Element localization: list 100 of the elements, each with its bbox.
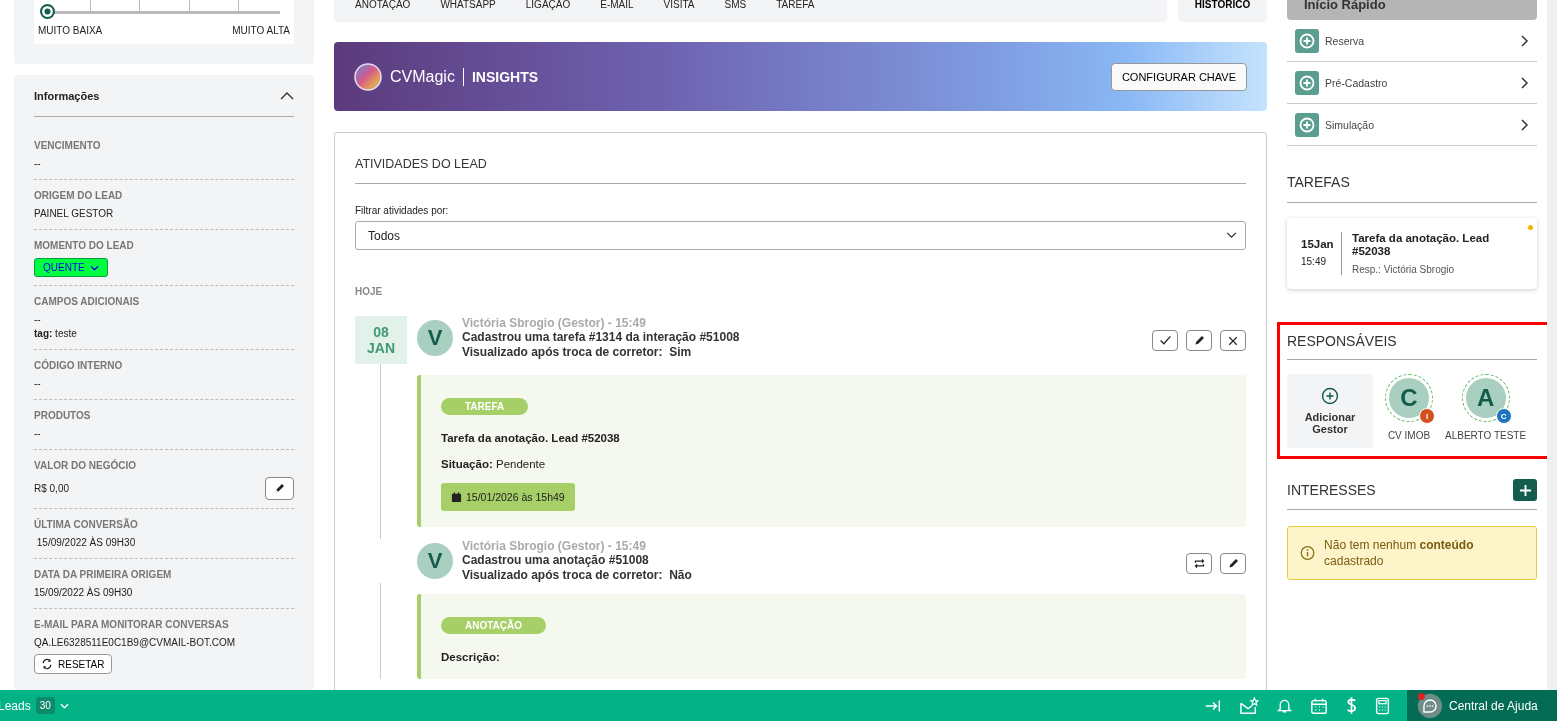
lead-moment-dropdown[interactable]: QUENTE bbox=[34, 258, 108, 277]
section-title: INTERESSES bbox=[1287, 482, 1376, 498]
count-badge: 30 bbox=[35, 697, 55, 714]
help-center-button[interactable]: Central de Ajuda bbox=[1407, 690, 1557, 721]
field-label: CAMPOS ADICIONAIS bbox=[34, 296, 141, 308]
chevron-down-icon bbox=[89, 264, 99, 271]
panel-title: Informações bbox=[34, 89, 100, 102]
field-label: VENCIMENTO bbox=[34, 140, 102, 152]
field-label: MOMENTO DO LEAD bbox=[34, 240, 135, 252]
status-dot bbox=[1528, 225, 1533, 230]
field-value: QA.LE6328511E0C1B9@CVMAIL-BOT.COM bbox=[34, 636, 237, 650]
field-value: -- bbox=[34, 313, 42, 327]
chevron-right-icon bbox=[1521, 118, 1529, 131]
field-label: PRODUTOS bbox=[34, 410, 92, 422]
orb-logo-icon bbox=[354, 62, 382, 91]
task-date: 15Jan bbox=[1301, 238, 1335, 250]
quick-start-header: Início Rápido bbox=[1287, 0, 1537, 20]
activity-type-tag: ANOTAÇÃO bbox=[441, 617, 547, 634]
activity-tab[interactable]: VISITA bbox=[648, 0, 710, 10]
edit-button[interactable] bbox=[265, 477, 294, 500]
chevron-right-icon bbox=[1521, 34, 1529, 47]
plus-circle-icon bbox=[1321, 387, 1339, 405]
mail-star-icon[interactable] bbox=[1239, 696, 1259, 715]
entry-author: Victória Sbrogio (Gestor) - 15:49 bbox=[462, 539, 647, 553]
field-value: 15/09/2022 ÀS 09H30 bbox=[34, 586, 134, 600]
complete-button[interactable] bbox=[1152, 330, 1178, 351]
section-title: RESPONSÁVEIS bbox=[1287, 333, 1398, 351]
task-card[interactable]: 15Jan 15:49 Tarefa da anotação. Lead #52038 Resp.: Victória Sbrogio bbox=[1287, 218, 1537, 289]
detail-title: Descrição: bbox=[441, 651, 501, 663]
info-icon bbox=[1300, 545, 1316, 561]
pencil-icon bbox=[1192, 334, 1206, 347]
activity-tab[interactable]: TAREFA bbox=[761, 0, 830, 10]
user-avatar: V bbox=[417, 543, 453, 579]
notice-text: Não tem nenhum conteúdo cadastrado bbox=[1324, 537, 1475, 569]
activity-tab[interactable]: SMS bbox=[709, 0, 762, 10]
calculator-icon[interactable] bbox=[1375, 696, 1390, 715]
chevron-down-icon bbox=[1226, 232, 1237, 239]
collapse-chevron-icon[interactable] bbox=[280, 91, 294, 100]
task-title: Tarefa da anotação. Lead #52038 bbox=[1352, 232, 1491, 258]
quick-start-item[interactable]: Simulação bbox=[1287, 104, 1537, 146]
activity-tab[interactable]: LIGAÇÃO bbox=[510, 0, 586, 10]
caret-icon[interactable] bbox=[59, 702, 69, 709]
field-label: CÓDIGO INTERNO bbox=[34, 360, 124, 372]
field-value: 15/09/2022 ÀS 09H30 bbox=[35, 536, 137, 550]
plus-icon bbox=[1518, 483, 1532, 497]
activity-type-tag: TAREFA bbox=[441, 398, 529, 415]
role-badge: I bbox=[1419, 408, 1435, 424]
close-button[interactable] bbox=[1220, 330, 1246, 351]
task-time: 15:49 bbox=[1301, 256, 1328, 267]
calendar-icon[interactable] bbox=[1310, 696, 1328, 715]
entry-headline: Cadastrou uma tarefa #1314 da interação #51008 bbox=[462, 330, 741, 345]
user-avatar: V bbox=[417, 320, 453, 356]
edit-button[interactable] bbox=[1220, 553, 1246, 574]
field-label: ÚLTIMA CONVERSÃO bbox=[34, 519, 139, 531]
detail-title: Tarefa da anotação. Lead #52038 bbox=[441, 432, 621, 444]
task-owner: Resp.: Victória Sbrogio bbox=[1352, 264, 1456, 275]
entry-seen-status: Visualizado após troca de corretor: Sim bbox=[462, 345, 693, 360]
calendar-icon bbox=[451, 491, 462, 503]
field-value: tag: teste bbox=[34, 327, 78, 341]
activity-filter-select[interactable]: Todos bbox=[355, 221, 1246, 250]
quick-start-item[interactable]: Pré-Cadastro bbox=[1287, 62, 1537, 104]
add-manager-button[interactable]: Adicionar Gestor bbox=[1287, 374, 1373, 448]
section-title: ATIVIDADES DO LEAD bbox=[355, 157, 488, 173]
slider-min-label: MUITO BAIXA bbox=[38, 25, 103, 36]
field-value: R$ 0,00 bbox=[34, 481, 70, 496]
field-value: PAINEL GESTOR bbox=[34, 207, 115, 221]
configure-key-button[interactable]: CONFIGURAR CHAVE bbox=[1110, 62, 1247, 91]
add-interest-button[interactable] bbox=[1513, 479, 1537, 501]
slider-max-label: MUITO ALTA bbox=[232, 25, 290, 36]
due-date-chip: 15/01/2026 às 15h49 bbox=[441, 483, 575, 511]
repeat-button[interactable] bbox=[1186, 553, 1212, 574]
day-heading: HOJE bbox=[355, 286, 384, 297]
field-label: E-MAIL PARA MONITORAR CONVERSAS bbox=[34, 619, 230, 631]
chat-icon bbox=[1417, 692, 1443, 719]
repeat-icon bbox=[1192, 557, 1206, 570]
section-title: TAREFAS bbox=[1287, 174, 1351, 192]
pencil-icon bbox=[1226, 557, 1240, 570]
history-button[interactable]: HISTÓRICO bbox=[1178, 0, 1267, 22]
field-value: -- bbox=[34, 427, 42, 441]
refresh-icon bbox=[41, 658, 53, 670]
detail-status: Situação: Pendente bbox=[441, 458, 547, 470]
filter-label: Filtrar atividades por: bbox=[355, 205, 450, 216]
check-icon bbox=[1158, 334, 1172, 347]
activity-tab[interactable]: E-MAIL bbox=[585, 0, 649, 10]
activity-tab[interactable]: ANOTAÇÃO bbox=[340, 0, 426, 10]
bell-icon[interactable] bbox=[1276, 697, 1293, 714]
brand-name: CVMagic bbox=[390, 67, 455, 86]
scrollbar-track[interactable] bbox=[1547, 0, 1557, 690]
field-value: -- bbox=[34, 377, 42, 391]
date-badge: 08 JAN bbox=[355, 316, 407, 364]
slider-thumb[interactable] bbox=[40, 4, 55, 19]
edit-button[interactable] bbox=[1186, 330, 1212, 351]
reset-button[interactable]: RESETAR bbox=[34, 654, 112, 674]
entry-author: Victória Sbrogio (Gestor) - 15:49 bbox=[462, 316, 647, 330]
dollar-icon[interactable] bbox=[1345, 696, 1358, 715]
quick-start-item[interactable]: Reserva bbox=[1287, 20, 1537, 62]
activity-tab[interactable]: WHATSAPP bbox=[425, 0, 511, 10]
person-name: CV IMOB bbox=[1387, 430, 1431, 441]
close-icon bbox=[1227, 334, 1239, 347]
field-value: -- bbox=[34, 157, 42, 171]
